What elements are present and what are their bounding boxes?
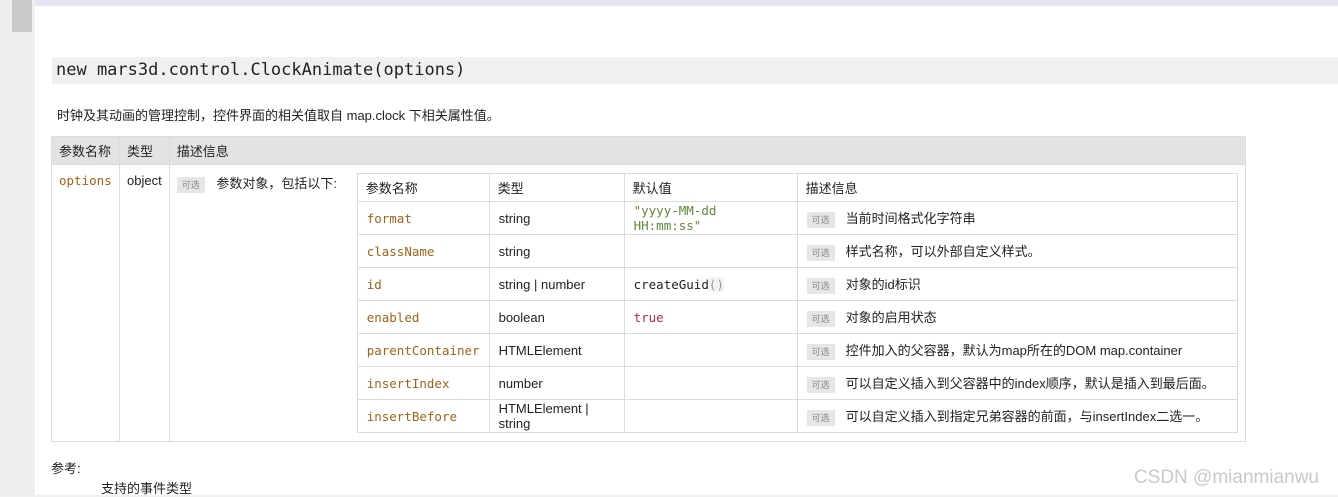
default-value-suffix: (): [708, 276, 724, 292]
nested-param-description: 可选 对象的id标识: [796, 267, 1238, 301]
nested-param-type: string: [488, 234, 625, 268]
nested-param-name: parentContainer: [356, 333, 490, 367]
nested-header-type: 类型: [488, 173, 625, 202]
nested-header-param-name: 参数名称: [356, 173, 490, 202]
watermark: CSDN @mianmianwu: [1133, 467, 1319, 488]
params-table: 参数名称 类型 描述信息 options object 可选 参数对象，包括以下…: [51, 136, 1247, 442]
description-text: 对象的启用状态: [845, 310, 937, 326]
nested-param-name: format: [356, 201, 490, 235]
param-description-cell: 可选 参数对象，包括以下: 参数名称 类型 默认值 描述信息 format st…: [168, 164, 1247, 442]
param-type: object: [119, 164, 170, 442]
nested-header-default: 默认值: [623, 173, 798, 202]
scrollbar-thumb[interactable]: [12, 0, 32, 32]
table-row: options object 可选 参数对象，包括以下: 参数名称 类型 默认值…: [51, 164, 1247, 442]
reference-event-types-link[interactable]: 支持的事件类型: [101, 478, 192, 497]
nested-param-description: 可选 控件加入的父容器，默认为map所在的DOM map.container: [796, 333, 1238, 367]
nested-param-type: HTMLElement: [488, 333, 625, 367]
nested-param-default: [623, 234, 798, 268]
optional-badge: 可选: [176, 176, 205, 193]
nested-param-name: insertBefore: [356, 399, 490, 433]
nested-params-table: 参数名称 类型 默认值 描述信息 format string "yyyy-MM-dd…: [356, 173, 1238, 433]
optional-badge: 可选: [806, 343, 835, 360]
optional-badge: 可选: [806, 211, 835, 228]
default-value: createGuid: [633, 276, 709, 292]
nested-param-type: string: [488, 201, 625, 235]
nested-param-default: [623, 399, 798, 433]
nested-table-row: className string 可选 样式名称，可以外部自定义样式。: [356, 234, 1238, 268]
nested-param-default: [623, 366, 798, 400]
description-text: 样式名称，可以外部自定义样式。: [845, 244, 1041, 260]
nested-param-description: 可选 对象的启用状态: [796, 300, 1238, 334]
optional-badge: 可选: [806, 244, 835, 261]
nested-param-type: number: [488, 366, 625, 400]
nested-param-type: HTMLElement | string: [488, 399, 625, 433]
scrollbar-track[interactable]: [0, 0, 35, 495]
optional-badge: 可选: [806, 277, 835, 294]
nested-table-row: insertIndex number 可选 可以自定义插入到父容器中的index顺序，…: [356, 366, 1238, 400]
nested-table-row: enabled boolean true 可选 对象的启用状态: [356, 300, 1238, 334]
default-value: true: [633, 309, 664, 325]
nested-param-default: [623, 333, 798, 367]
description-text: 控件加入的父容器，默认为map所在的DOM map.container: [845, 343, 1183, 359]
nested-param-name: enabled: [356, 300, 490, 334]
nested-param-type: boolean: [488, 300, 625, 334]
nested-param-default: "yyyy-MM-dd HH:mm:ss": [623, 201, 798, 235]
optional-badge: 可选: [806, 310, 835, 327]
param-name: options: [51, 164, 120, 442]
nested-param-description: 可选 当前时间格式化字符串: [796, 201, 1238, 235]
nested-table-row: insertBefore HTMLElement | string 可选 可以自定义插…: [356, 399, 1238, 433]
nested-param-description: 可选 样式名称，可以外部自定义样式。: [796, 234, 1238, 268]
nested-table-row: id string | number createGuid() 可选 对象的id标识: [356, 267, 1238, 301]
nested-param-description: 可选 可以自定义插入到指定兄弟容器的前面，与insertIndex二选一。: [796, 399, 1238, 433]
description-text: 可以自定义插入到父容器中的index顺序，默认是插入到最后面。: [845, 376, 1215, 392]
nested-param-description: 可选 可以自定义插入到父容器中的index顺序，默认是插入到最后面。: [796, 366, 1238, 400]
header-description: 描述信息: [168, 136, 1247, 165]
nested-header-description: 描述信息: [796, 173, 1238, 202]
param-desc-text: 参数对象，包括以下:: [216, 176, 337, 191]
nested-param-name: className: [356, 234, 490, 268]
nested-param-name: id: [356, 267, 490, 301]
optional-badge: 可选: [806, 376, 835, 393]
description-text: 当前时间格式化字符串: [845, 211, 976, 227]
optional-badge: 可选: [806, 409, 835, 426]
nested-table-row: format string "yyyy-MM-dd HH:mm:ss" 可选 当前时间格…: [356, 201, 1238, 235]
nested-param-type: string | number: [488, 267, 625, 301]
method-signature: new mars3d.control.ClockAnimate(options): [52, 57, 1338, 84]
header-type: 类型: [119, 136, 170, 165]
default-value: "yyyy-MM-dd HH:mm:ss": [633, 203, 717, 233]
doc-content: new mars3d.control.ClockAnimate(options)…: [35, 0, 1338, 497]
description-text: 对象的id标识: [845, 277, 921, 293]
nested-table-row: parentContainer HTMLElement 可选 控件加入的父容器，默认为…: [356, 333, 1238, 367]
header-param-name: 参数名称: [51, 136, 120, 165]
description-text: 可以自定义插入到指定兄弟容器的前面，与insertIndex二选一。: [845, 409, 1209, 425]
reference-label: 参考:: [51, 461, 81, 476]
method-description: 时钟及其动画的管理控制，控件界面的相关值取自 map.clock 下相关属性值。: [57, 108, 500, 123]
nested-param-default: true: [623, 300, 798, 334]
nested-param-name: insertIndex: [356, 366, 490, 400]
nested-param-default: createGuid(): [623, 267, 798, 301]
